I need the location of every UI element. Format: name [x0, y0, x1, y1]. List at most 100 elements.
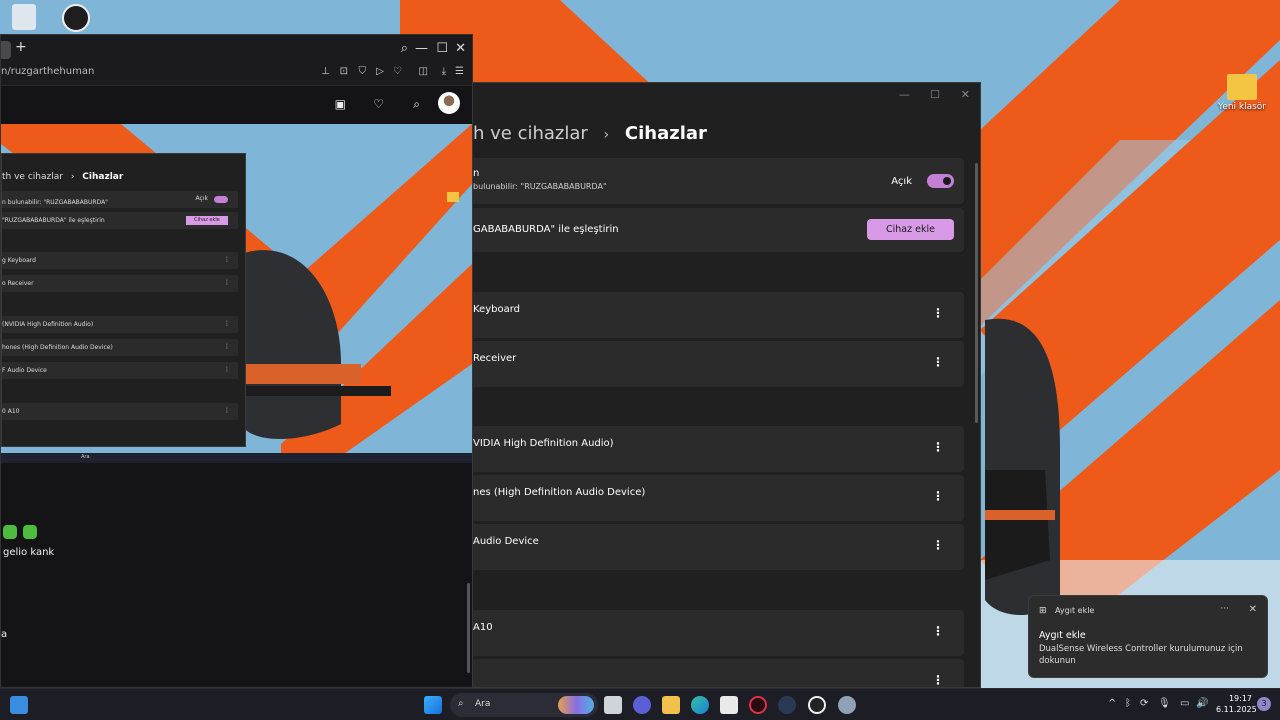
breadcrumb[interactable]: h ve cihazlar: [473, 123, 588, 144]
stream-toggle-label: Açık: [195, 195, 208, 202]
close-button[interactable]: ✕: [455, 41, 466, 56]
notification-toast[interactable]: ⊞ Aygıt ekle ··· ✕ Aygıt ekle DualSense …: [1028, 595, 1268, 678]
pair-text: GABABABURDA" ile eşleştirin: [473, 224, 619, 235]
file-explorer-icon[interactable]: [662, 696, 680, 714]
bluetooth-toggle[interactable]: [927, 174, 954, 188]
stream-device-label: o Receiver: [2, 280, 34, 287]
device-name: VIDIA High Definition Audio): [473, 438, 614, 449]
settings-gear-icon[interactable]: [838, 696, 856, 714]
store-icon[interactable]: [720, 696, 738, 714]
screenshot-icon[interactable]: ⊡: [340, 66, 348, 77]
opera-gx-icon[interactable]: [749, 696, 767, 714]
download-icon[interactable]: ⤓: [442, 66, 446, 77]
device-name: Receiver: [473, 353, 517, 364]
stream-device-row: F Audio Device ⋮: [2, 362, 238, 379]
shield-icon[interactable]: ⛉: [359, 66, 367, 77]
obs-taskbar-icon[interactable]: [808, 696, 826, 714]
heart-icon[interactable]: ♡: [393, 66, 402, 77]
stream-device-label: (NVIDIA High Definition Audio): [2, 321, 94, 328]
sync-icon[interactable]: ⟳: [1140, 698, 1148, 709]
avatar[interactable]: [438, 92, 460, 114]
more-options-icon[interactable]: ⋮: [932, 624, 944, 638]
stream-taskbar-search: Ara: [81, 454, 90, 460]
browser-search-icon[interactable]: ⌕: [401, 41, 408, 56]
url-text[interactable]: n/ruzgarthehuman: [1, 66, 94, 77]
maximize-button[interactable]: ☐: [436, 41, 448, 56]
stream-device-row: g Keyboard ⋮: [2, 252, 238, 269]
tv-icon[interactable]: ▣: [335, 97, 346, 111]
device-row[interactable]: ⋮: [473, 659, 964, 687]
more-options-icon[interactable]: ⋮: [932, 306, 944, 320]
taskbar-search[interactable]: ⌕ Ara: [450, 693, 598, 717]
stream-video[interactable]: th ve cihazlar › Cihazlar n bulunabilir:…: [1, 124, 472, 463]
stream-device-label: 0 A10: [2, 408, 20, 415]
stream-device-row: 0 A10 ⋮: [2, 403, 238, 420]
stream-discover-text: n bulunabilir: "RUZGABABABURDA": [2, 199, 108, 206]
toast-close-button[interactable]: ✕: [1249, 604, 1257, 615]
bluetooth-icon[interactable]: ᛒ: [1125, 698, 1131, 709]
current-page-title: Cihazlar: [624, 123, 707, 144]
toast-title: Aygıt ekle: [1039, 630, 1086, 641]
minimize-button[interactable]: —: [415, 41, 428, 56]
bluetooth-subtitle: bulunabilir: "RUZGABABABURDA": [473, 182, 607, 191]
menu-icon[interactable]: ☰: [455, 66, 464, 77]
device-row[interactable]: nes (High Definition Audio Device) ⋮: [473, 475, 964, 521]
obs-icon[interactable]: [46, 4, 106, 34]
toast-more-button[interactable]: ···: [1220, 604, 1229, 614]
device-name: nes (High Definition Audio Device): [473, 487, 646, 498]
chat-panel: gelio kank a l: [1, 463, 472, 687]
more-options-icon[interactable]: ⋮: [932, 440, 944, 454]
page-title: h ve cihazlar › Cihazlar: [473, 123, 707, 144]
settings-scrollbar[interactable]: [975, 163, 978, 423]
clock[interactable]: 19:17 6.11.2025: [1216, 693, 1257, 715]
more-options-icon[interactable]: ⋮: [932, 538, 944, 552]
more-options-icon[interactable]: ⋮: [932, 673, 944, 687]
task-view-icon[interactable]: [604, 696, 622, 714]
settings-minimize-button[interactable]: —: [899, 88, 910, 101]
pair-card: GABABABURDA" ile eşleştirin Cihaz ekle: [473, 208, 964, 252]
chevron-up-icon[interactable]: ^: [1108, 698, 1116, 709]
pin-icon[interactable]: ⊥: [321, 66, 330, 77]
chevron-right-icon: ›: [603, 127, 610, 143]
new-folder-label: Yeni klasör: [1217, 102, 1267, 112]
address-bar[interactable]: n/ruzgarthehuman ⊥ ⊡ ⛉ ▷ ♡ ◫ ⤓ ☰: [1, 63, 472, 85]
more-options-icon[interactable]: ⋮: [932, 355, 944, 369]
settings-close-button[interactable]: ✕: [961, 88, 970, 101]
discord-icon[interactable]: [633, 696, 651, 714]
add-device-button[interactable]: Cihaz ekle: [867, 219, 954, 240]
favorite-icon[interactable]: ♡: [373, 97, 384, 111]
browser-tab[interactable]: [1, 41, 11, 59]
wallet-icon[interactable]: ◫: [419, 66, 428, 77]
site-search-icon[interactable]: ⌕: [413, 97, 420, 112]
device-row[interactable]: VIDIA High Definition Audio) ⋮: [473, 426, 964, 472]
clock-time: 19:17: [1228, 694, 1252, 703]
device-row[interactable]: Audio Device ⋮: [473, 524, 964, 570]
browser-tab-bar: + ⌕ — ☐ ✕: [1, 35, 472, 63]
chat-message: gelio kank: [3, 547, 55, 558]
settings-maximize-button[interactable]: ☐: [930, 88, 940, 101]
stream-title-crumb: th ve cihazlar: [2, 172, 63, 182]
edge-icon[interactable]: [691, 696, 709, 714]
network-icon[interactable]: ▭: [1180, 698, 1189, 709]
volume-icon[interactable]: 🔊: [1196, 698, 1208, 709]
device-row[interactable]: Receiver ⋮: [473, 341, 964, 387]
emote-icon: [23, 525, 37, 539]
notification-badge[interactable]: 3: [1257, 697, 1271, 711]
stream-device-label: F Audio Device: [2, 367, 47, 374]
taskbar-search-label: Ara: [475, 699, 491, 709]
widgets-icon[interactable]: [10, 696, 28, 714]
emote-icon: [3, 525, 17, 539]
stream-title-current: Cihazlar: [82, 172, 124, 182]
new-tab-button[interactable]: +: [15, 39, 27, 55]
device-row[interactable]: Keyboard ⋮: [473, 292, 964, 338]
stream-add-button: Cihaz ekle: [186, 216, 228, 225]
more-options-icon[interactable]: ⋮: [932, 489, 944, 503]
new-folder-icon[interactable]: Yeni klasör: [1212, 74, 1272, 112]
start-icon[interactable]: [424, 696, 442, 714]
chat-scrollbar[interactable]: [467, 583, 470, 673]
steam-icon[interactable]: [778, 696, 796, 714]
microphone-icon[interactable]: 🎙: [1158, 698, 1171, 709]
device-row[interactable]: A10 ⋮: [473, 610, 964, 656]
play-icon[interactable]: ▷: [376, 66, 384, 77]
settings-window: — ☐ ✕ h ve cihazlar › Cihazlar n bulunab…: [472, 82, 981, 688]
